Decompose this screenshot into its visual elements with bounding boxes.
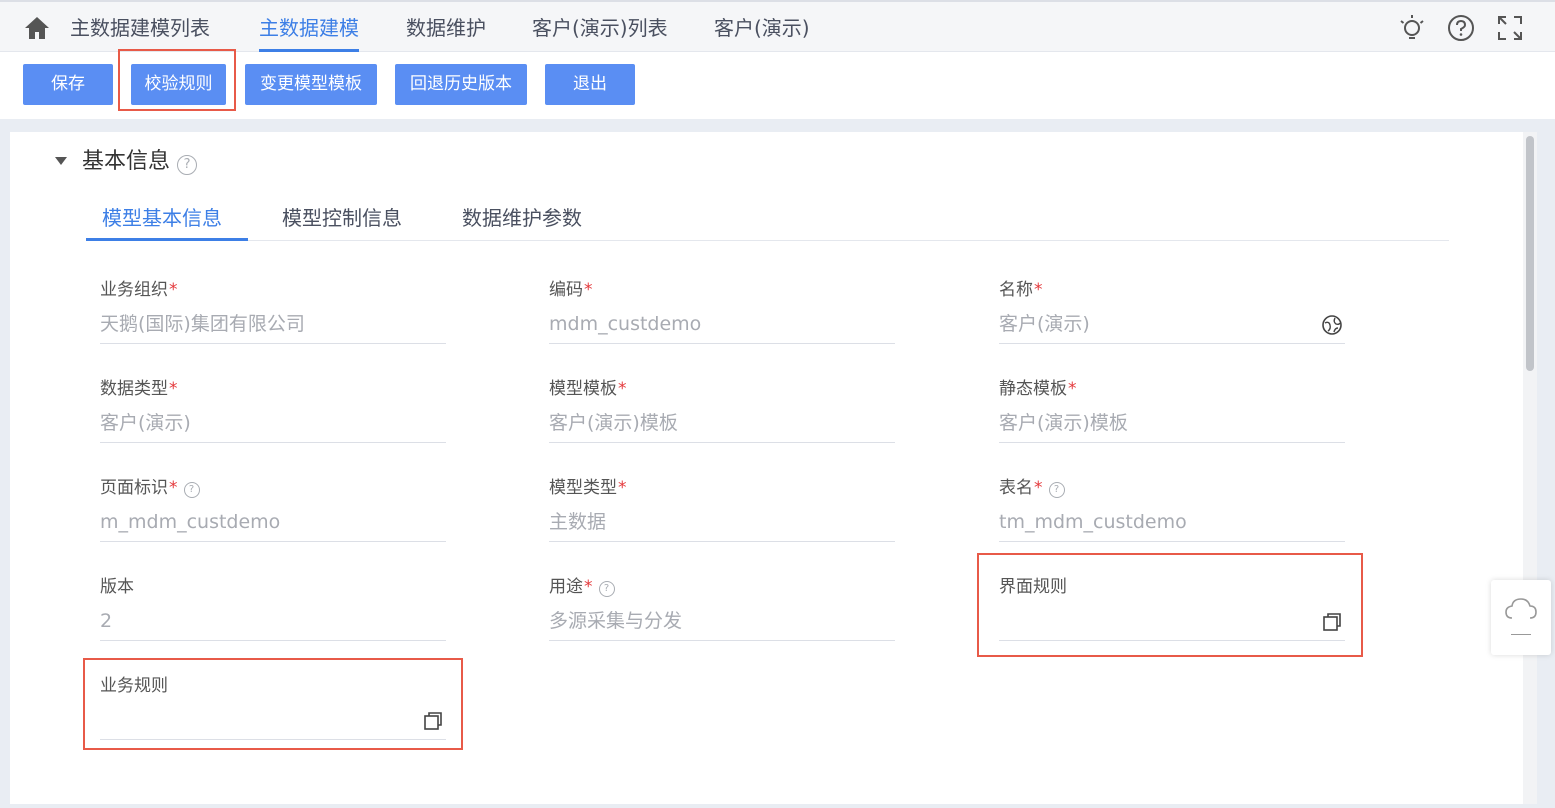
model-template-input[interactable]: 客户(演示)模板 (549, 408, 895, 443)
field-label: 业务规则 (100, 676, 168, 696)
field-biz-rules: 业务规则 (100, 674, 446, 740)
floating-cloud-widget[interactable] (1491, 580, 1551, 655)
tab-model-control-info[interactable]: 模型控制信息 (282, 202, 402, 231)
required-mark: * (618, 478, 627, 498)
toolbar: 保存 校验规则 变更模型模板 回退历史版本 退出 (0, 49, 1555, 119)
collapse-caret-icon[interactable] (55, 157, 67, 165)
help-icon[interactable]: ? (177, 155, 198, 175)
model-type-input[interactable]: 主数据 (549, 507, 895, 542)
field-label: 页面标识 (100, 478, 168, 498)
save-button[interactable]: 保存 (23, 64, 113, 105)
name-input[interactable]: 客户(演示) (999, 309, 1345, 344)
field-label: 界面规则 (999, 577, 1067, 597)
version-input[interactable]: 2 (100, 606, 446, 641)
field-label: 静态模板 (999, 379, 1067, 399)
section-title: 基本信息 ? (82, 148, 198, 176)
field-model-template: 模型模板* 客户(演示)模板 (549, 377, 895, 443)
nav-tab-model-list[interactable]: 主数据建模列表 (70, 14, 210, 44)
required-mark: * (1068, 379, 1077, 399)
tab-model-basic-info[interactable]: 模型基本信息 (102, 202, 222, 231)
field-data-type: 数据类型* 客户(演示) (100, 377, 446, 443)
field-label: 模型模板 (549, 379, 617, 399)
field-name: 名称* 客户(演示) (999, 278, 1345, 344)
field-label: 名称 (999, 280, 1033, 300)
tab-data-maintenance-params[interactable]: 数据维护参数 (462, 202, 582, 231)
field-label: 业务组织 (100, 280, 168, 300)
top-nav: 主数据建模列表 主数据建模 数据维护 客户(演示)列表 客户(演示) (0, 0, 1555, 52)
exit-button[interactable]: 退出 (545, 64, 635, 105)
nav-tab-modeling[interactable]: 主数据建模 (259, 14, 359, 52)
required-mark: * (169, 280, 178, 300)
home-icon[interactable] (23, 15, 51, 41)
biz-rules-input[interactable] (100, 705, 446, 740)
required-mark: * (1034, 478, 1043, 498)
required-mark: * (584, 280, 593, 300)
field-label: 数据类型 (100, 379, 168, 399)
name-value: 客户(演示) (999, 313, 1090, 335)
copy-icon[interactable] (422, 710, 444, 732)
nav-tab-customer[interactable]: 客户(演示) (714, 14, 810, 44)
help-icon[interactable]: ? (598, 581, 615, 597)
static-template-input[interactable]: 客户(演示)模板 (999, 408, 1345, 443)
required-mark: * (1034, 280, 1043, 300)
field-label: 编码 (549, 280, 583, 300)
required-mark: * (169, 478, 178, 498)
field-ui-rules: 界面规则 (999, 575, 1345, 641)
active-tab-indicator (86, 238, 248, 241)
copy-icon[interactable] (1321, 611, 1343, 633)
required-mark: * (584, 577, 593, 597)
help-icon[interactable]: ? (1048, 482, 1065, 498)
table-name-input[interactable]: tm_mdm_custdemo (999, 507, 1345, 542)
purpose-input[interactable]: 多源采集与分发 (549, 606, 895, 641)
field-label: 用途 (549, 577, 583, 597)
field-org: 业务组织* 天鹅(国际)集团有限公司 (100, 278, 446, 344)
globe-icon[interactable] (1321, 314, 1343, 336)
required-mark: * (618, 379, 627, 399)
field-code: 编码* mdm_custdemo (549, 278, 895, 344)
field-page-id: 页面标识*? m_mdm_custdemo (100, 476, 446, 542)
lightbulb-icon[interactable] (1397, 13, 1427, 43)
change-template-button[interactable]: 变更模型模板 (245, 64, 377, 105)
org-input[interactable]: 天鹅(国际)集团有限公司 (100, 309, 446, 344)
rollback-version-button[interactable]: 回退历史版本 (395, 64, 527, 105)
field-static-template: 静态模板* 客户(演示)模板 (999, 377, 1345, 443)
field-model-type: 模型类型* 主数据 (549, 476, 895, 542)
scrollbar-thumb[interactable] (1526, 136, 1534, 371)
divider (1511, 634, 1531, 635)
help-icon[interactable] (1446, 13, 1476, 43)
nav-tab-data-maintenance[interactable]: 数据维护 (406, 14, 486, 44)
sub-tabs: 模型基本信息 模型控制信息 数据维护参数 (86, 196, 1449, 241)
field-label: 表名 (999, 478, 1033, 498)
field-label: 版本 (100, 577, 134, 597)
code-input[interactable]: mdm_custdemo (549, 309, 895, 344)
page-id-input[interactable]: m_mdm_custdemo (100, 507, 446, 542)
required-mark: * (169, 379, 178, 399)
field-version: 版本 2 (100, 575, 446, 641)
help-icon[interactable]: ? (183, 482, 200, 498)
field-purpose: 用途*? 多源采集与分发 (549, 575, 895, 641)
nav-tab-customer-list[interactable]: 客户(演示)列表 (532, 14, 668, 44)
fullscreen-icon[interactable] (1495, 13, 1525, 43)
field-label: 模型类型 (549, 478, 617, 498)
data-type-input[interactable]: 客户(演示) (100, 408, 446, 443)
validate-rules-button[interactable]: 校验规则 (131, 64, 226, 105)
field-table-name: 表名*? tm_mdm_custdemo (999, 476, 1345, 542)
ui-rules-input[interactable] (999, 606, 1345, 641)
cloud-icon[interactable] (1503, 594, 1539, 624)
